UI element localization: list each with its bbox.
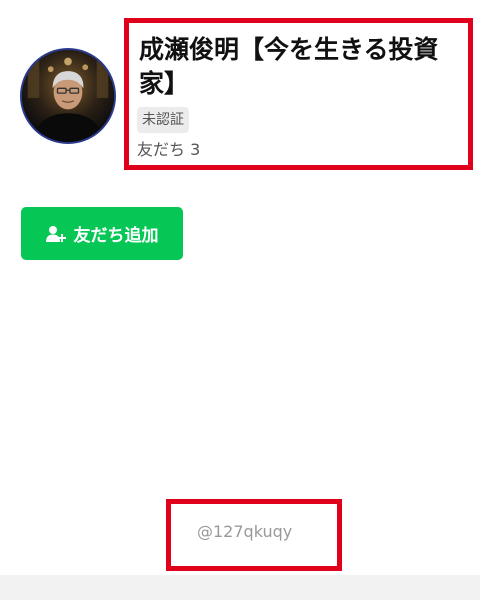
profile-info-highlight: 成瀬俊明【今を生きる投資家】 未認証 友だち 3 [124,18,473,170]
profile-avatar[interactable] [20,48,116,144]
add-friend-label: 友だち追加 [73,226,159,246]
profile-photo-icon [22,50,114,142]
friend-count: 友だち 3 [137,140,201,159]
footer-bar [0,575,480,600]
add-user-icon [45,225,66,242]
verification-badge: 未認証 [137,107,189,133]
account-name: 成瀬俊明【今を生きる投資家】 [139,35,439,98]
account-id: @127qkuqy [197,522,293,541]
account-id-highlight: @127qkuqy [166,499,342,571]
add-friend-button[interactable]: 友だち追加 [21,207,183,260]
